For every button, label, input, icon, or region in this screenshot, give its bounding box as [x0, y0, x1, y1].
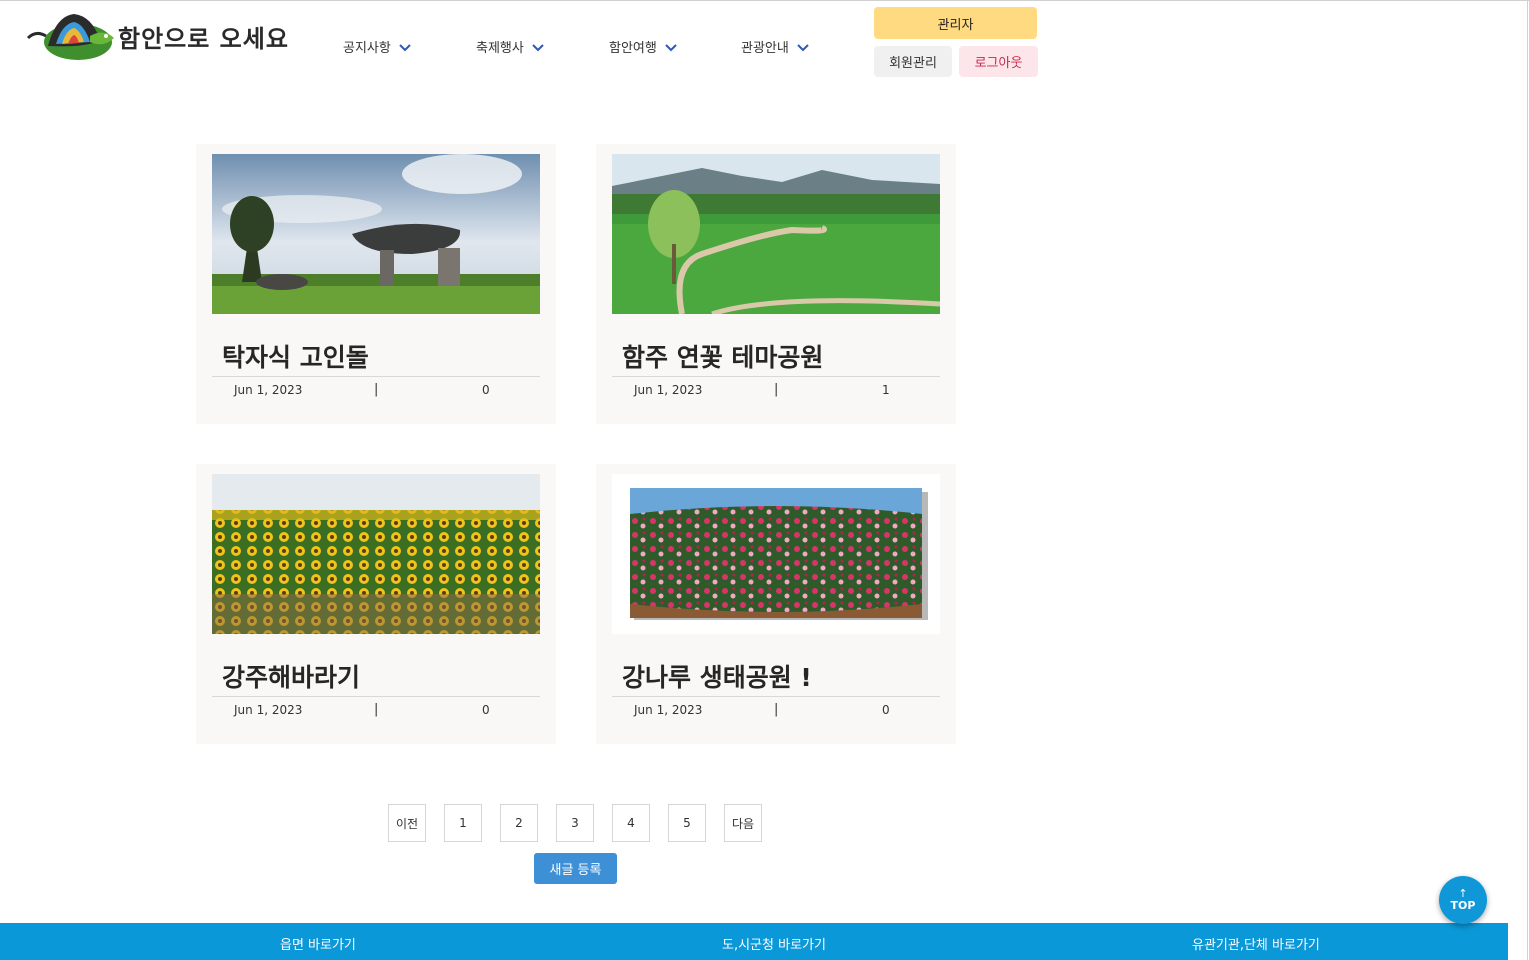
chevron-down-icon	[665, 43, 677, 51]
site-logo[interactable]: 함안으로 오세요	[26, 8, 288, 64]
post-thumbnail	[212, 474, 540, 634]
post-card[interactable]: 강주해바라기 Jun 1, 2023 | 0	[196, 464, 556, 744]
post-card[interactable]: 함주 연꽃 테마공원 Jun 1, 2023 | 1	[596, 144, 956, 424]
post-date: Jun 1, 2023	[234, 383, 303, 397]
arrow-up-icon: ↑	[1458, 887, 1468, 900]
next-page-button[interactable]: 다음	[724, 804, 762, 842]
chevron-down-icon	[532, 43, 544, 51]
chevron-down-icon	[399, 43, 411, 51]
prev-page-button[interactable]: 이전	[388, 804, 426, 842]
view-count: 0	[482, 703, 490, 717]
post-date: Jun 1, 2023	[634, 383, 703, 397]
meta-separator: |	[374, 702, 379, 717]
divider	[212, 376, 540, 377]
footer-link-city-offices[interactable]: 도,시군청 바로가기	[722, 934, 826, 953]
nav-item-notice[interactable]: 공지사항	[343, 37, 411, 56]
nav-item-festival[interactable]: 축제행사	[476, 37, 544, 56]
post-date: Jun 1, 2023	[234, 703, 303, 717]
new-post-button[interactable]: 새글 등록	[534, 853, 617, 884]
post-title[interactable]: 탁자식 고인돌	[222, 338, 369, 374]
divider	[212, 696, 540, 697]
footer-link-towns[interactable]: 읍면 바로가기	[280, 934, 356, 953]
member-management-button[interactable]: 회원관리	[874, 46, 952, 77]
divider	[612, 696, 940, 697]
view-count: 0	[482, 383, 490, 397]
page-button-2[interactable]: 2	[500, 804, 538, 842]
chevron-down-icon	[797, 43, 809, 51]
view-count: 1	[882, 383, 890, 397]
divider	[612, 376, 940, 377]
scroll-top-button[interactable]: ↑ TOP	[1439, 876, 1487, 924]
post-card[interactable]: 강나루 생태공원 ! Jun 1, 2023 | 0	[596, 464, 956, 744]
post-title[interactable]: 강주해바라기	[222, 658, 360, 694]
nav-item-travel[interactable]: 함안여행	[609, 37, 677, 56]
post-thumbnail	[612, 474, 940, 634]
post-thumbnail	[212, 154, 540, 314]
page-button-3[interactable]: 3	[556, 804, 594, 842]
footer-link-agencies[interactable]: 유관기관,단체 바로가기	[1192, 934, 1320, 953]
meta-separator: |	[374, 382, 379, 397]
nav-item-label: 관광안내	[741, 41, 789, 56]
post-card[interactable]: 탁자식 고인돌 Jun 1, 2023 | 0	[196, 144, 556, 424]
nav-item-label: 공지사항	[343, 41, 391, 56]
post-date: Jun 1, 2023	[634, 703, 703, 717]
meta-separator: |	[774, 382, 779, 397]
post-thumbnail	[612, 154, 940, 314]
nav-item-tour-info[interactable]: 관광안내	[741, 37, 809, 56]
meta-separator: |	[774, 702, 779, 717]
right-border	[1527, 0, 1528, 960]
logo-text: 함안으로 오세요	[118, 23, 289, 53]
nav-item-label: 축제행사	[476, 41, 524, 56]
footer-bar: 읍면 바로가기 도,시군청 바로가기 유관기관,단체 바로가기	[0, 923, 1508, 960]
page-button-5[interactable]: 5	[668, 804, 706, 842]
top-border	[0, 0, 1529, 1]
logout-button[interactable]: 로그아웃	[959, 46, 1038, 77]
post-title[interactable]: 강나루 생태공원 !	[622, 658, 812, 694]
page-button-1[interactable]: 1	[444, 804, 482, 842]
top-label: TOP	[1450, 899, 1476, 912]
page-button-4[interactable]: 4	[612, 804, 650, 842]
nav-item-label: 함안여행	[609, 41, 657, 56]
admin-button[interactable]: 관리자	[874, 7, 1037, 39]
logo-mark-icon	[26, 14, 114, 60]
post-title[interactable]: 함주 연꽃 테마공원	[622, 338, 823, 374]
view-count: 0	[882, 703, 890, 717]
